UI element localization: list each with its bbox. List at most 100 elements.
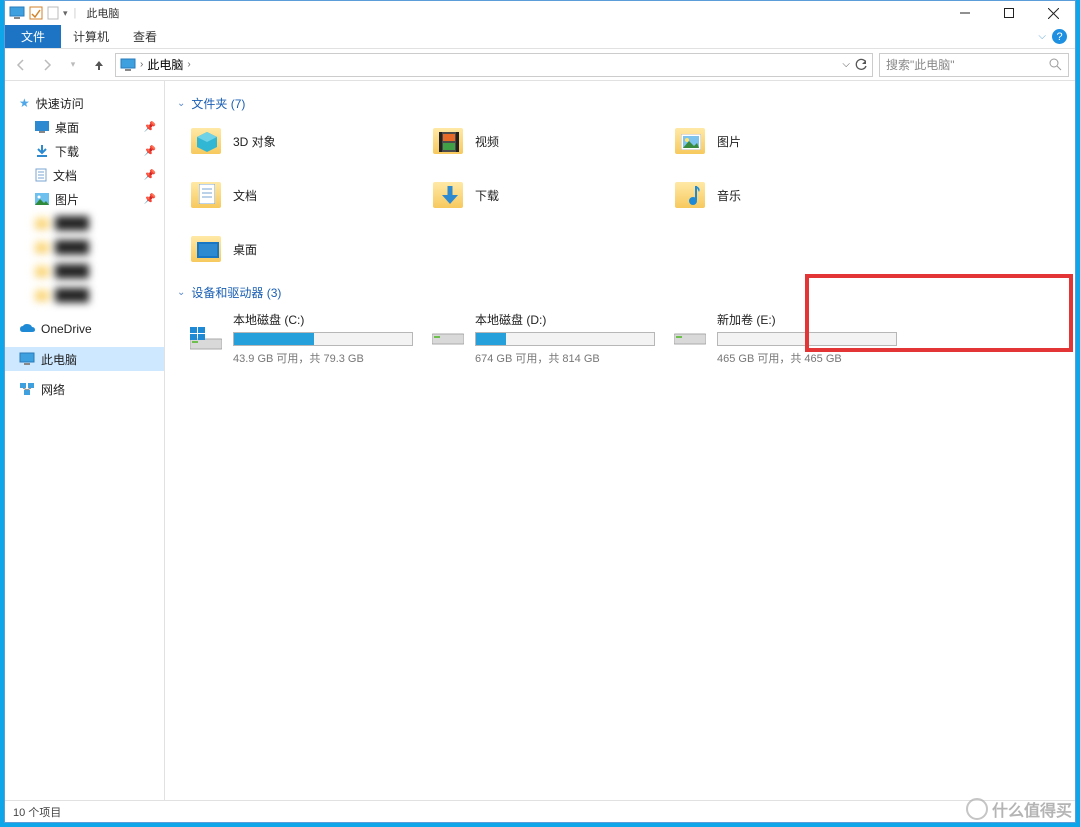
desktop-icon: [35, 121, 49, 133]
sidebar-quick-access[interactable]: ★ 快速访问: [5, 91, 164, 115]
folder-documents[interactable]: 文档: [189, 174, 429, 216]
chevron-right-icon[interactable]: ›: [140, 59, 143, 70]
pin-icon: 📌: [144, 122, 156, 133]
drive-name: 新加卷 (E:): [717, 311, 913, 328]
drive-icon: [431, 325, 465, 353]
close-button[interactable]: [1031, 1, 1075, 25]
search-input[interactable]: 搜索"此电脑": [879, 53, 1069, 77]
status-bar: 10 个项目: [5, 800, 1075, 822]
titlebar: ▾ | 此电脑: [5, 1, 1075, 25]
pin-icon: 📌: [144, 170, 156, 181]
folder-label: 下载: [475, 187, 499, 204]
3d-icon: [189, 124, 223, 158]
sidebar-item-pictures[interactable]: 图片 📌: [5, 187, 164, 211]
nav-forward-button[interactable]: [37, 55, 57, 75]
network-icon: [19, 382, 35, 396]
watermark: 什么值得买: [966, 797, 1072, 821]
download-icon: [431, 178, 465, 212]
content-area[interactable]: ⌄ 文件夹 (7) 3D 对象 视频 图片 文档: [165, 81, 1075, 800]
address-bar[interactable]: › 此电脑 › ⌵: [115, 53, 873, 77]
drive-freespace: 465 GB 可用，共 465 GB: [717, 350, 913, 366]
sidebar-item-label: 文档: [53, 167, 77, 184]
nav-up-button[interactable]: [89, 55, 109, 75]
nav-tree[interactable]: ★ 快速访问 桌面 📌 下载 📌 文档 📌 图片 📌: [5, 81, 165, 800]
explorer-window: ▾ | 此电脑 文件 计算机 查看 ⌵ ? ▾ › 此电脑 › ⌵: [4, 0, 1076, 823]
chevron-down-icon: ⌄: [177, 98, 185, 109]
tab-file[interactable]: 文件: [5, 25, 61, 48]
folder-videos[interactable]: 视频: [431, 120, 671, 162]
folder-3d-objects[interactable]: 3D 对象: [189, 120, 429, 162]
chevron-down-icon: ⌄: [177, 287, 185, 298]
help-icon[interactable]: ?: [1052, 29, 1067, 44]
sidebar-item-label: 此电脑: [41, 351, 77, 368]
sidebar-item-label: 图片: [55, 191, 79, 208]
folder-music[interactable]: 音乐: [673, 174, 913, 216]
drive-icon: [189, 325, 223, 353]
sidebar-item-label: 下载: [55, 143, 79, 160]
folder-label: 桌面: [233, 241, 257, 258]
qat-dropdown-icon[interactable]: ▾: [63, 8, 68, 19]
sidebar-item-label: 桌面: [55, 119, 79, 136]
drive-name: 本地磁盘 (D:): [475, 311, 671, 328]
capacity-bar: [233, 332, 413, 346]
refresh-icon[interactable]: [854, 58, 868, 72]
sidebar-this-pc[interactable]: 此电脑: [5, 347, 164, 371]
sidebar-item-blurred[interactable]: ████: [5, 259, 164, 283]
tab-view[interactable]: 查看: [121, 25, 169, 48]
drive-item[interactable]: 本地磁盘 (C:)43.9 GB 可用，共 79.3 GB: [189, 309, 429, 357]
picture-icon: [35, 193, 49, 205]
sidebar-item-desktop[interactable]: 桌面 📌: [5, 115, 164, 139]
capacity-bar: [475, 332, 655, 346]
sidebar-network[interactable]: 网络: [5, 377, 164, 401]
pc-icon: [120, 58, 136, 72]
addr-dropdown-icon[interactable]: ⌵: [842, 59, 850, 70]
qat-doc-icon[interactable]: [47, 6, 59, 20]
nav-history-icon[interactable]: ▾: [63, 55, 83, 75]
folder-desktop[interactable]: 桌面: [189, 228, 429, 270]
chevron-right-icon[interactable]: ›: [187, 59, 190, 70]
picture-icon: [673, 124, 707, 158]
drive-freespace: 674 GB 可用，共 814 GB: [475, 350, 671, 366]
nav-back-button[interactable]: [11, 55, 31, 75]
group-header-devices[interactable]: ⌄ 设备和驱动器 (3): [177, 284, 1063, 301]
folder-label: 音乐: [717, 187, 741, 204]
sidebar-item-documents[interactable]: 文档 📌: [5, 163, 164, 187]
sidebar-label: 快速访问: [36, 95, 84, 112]
window-title: 此电脑: [82, 1, 119, 25]
drive-item[interactable]: 新加卷 (E:)465 GB 可用，共 465 GB: [673, 309, 913, 357]
folder-icon: [35, 289, 49, 301]
pc-icon: [19, 352, 35, 366]
ribbon: 文件 计算机 查看 ⌵ ?: [5, 25, 1075, 49]
ribbon-expand-icon[interactable]: ⌵: [1038, 31, 1046, 42]
star-icon: ★: [19, 96, 30, 110]
sidebar-item-label: OneDrive: [41, 322, 92, 336]
drive-name: 本地磁盘 (C:): [233, 311, 429, 328]
folder-downloads[interactable]: 下载: [431, 174, 671, 216]
tab-computer[interactable]: 计算机: [61, 25, 121, 48]
document-icon: [35, 168, 47, 182]
minimize-button[interactable]: [943, 1, 987, 25]
drive-item[interactable]: 本地磁盘 (D:)674 GB 可用，共 814 GB: [431, 309, 671, 357]
desktop-icon: [189, 232, 223, 266]
qat: ▾ |: [5, 1, 82, 25]
body: ★ 快速访问 桌面 📌 下载 📌 文档 📌 图片 📌: [5, 81, 1075, 800]
sidebar-item-downloads[interactable]: 下载 📌: [5, 139, 164, 163]
drive-freespace: 43.9 GB 可用，共 79.3 GB: [233, 350, 429, 366]
search-icon: [1049, 58, 1062, 71]
sidebar-onedrive[interactable]: OneDrive: [5, 317, 164, 341]
folder-icon: [35, 265, 49, 277]
music-icon: [673, 178, 707, 212]
qat-prop-icon[interactable]: [29, 6, 43, 20]
group-header-folders[interactable]: ⌄ 文件夹 (7): [177, 95, 1063, 112]
sidebar-item-blurred[interactable]: ████: [5, 283, 164, 307]
pin-icon: 📌: [144, 194, 156, 205]
sidebar-item-blurred[interactable]: ████: [5, 211, 164, 235]
download-icon: [35, 144, 49, 158]
maximize-button[interactable]: [987, 1, 1031, 25]
breadcrumb-this-pc[interactable]: 此电脑: [147, 56, 183, 73]
folder-label: 3D 对象: [233, 133, 276, 150]
folder-pictures[interactable]: 图片: [673, 120, 913, 162]
navbar: ▾ › 此电脑 › ⌵ 搜索"此电脑": [5, 49, 1075, 81]
sidebar-item-blurred[interactable]: ████: [5, 235, 164, 259]
pc-icon: [9, 6, 25, 20]
